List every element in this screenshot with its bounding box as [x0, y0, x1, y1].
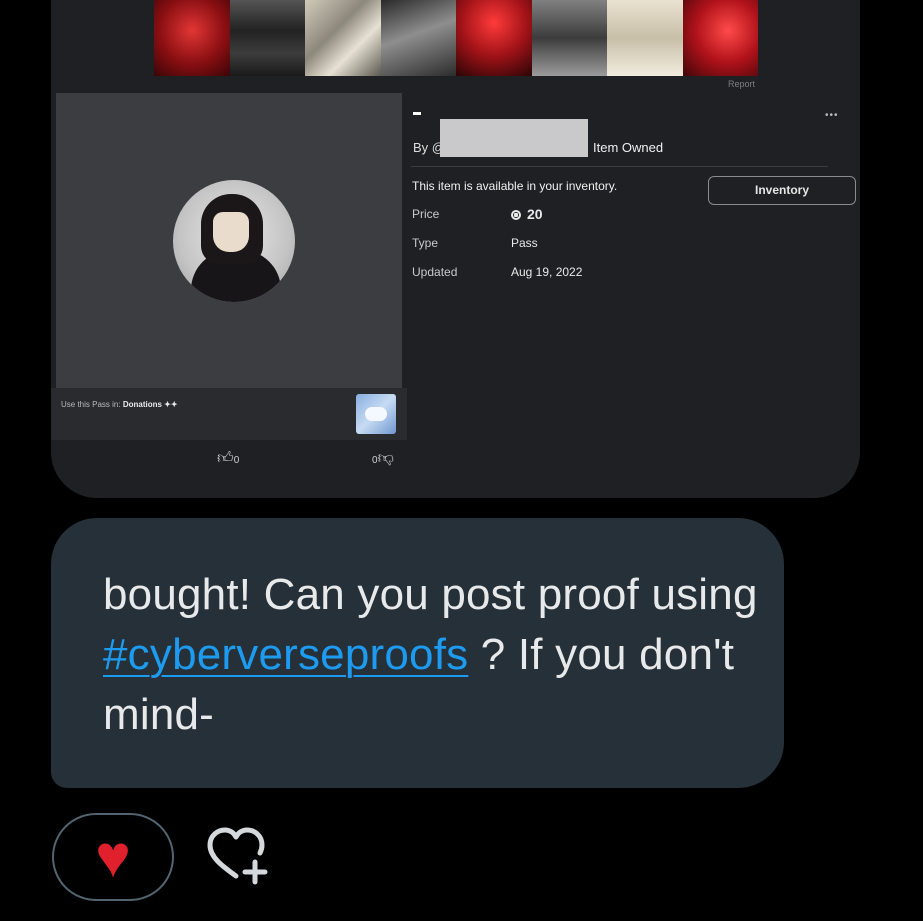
item-banner-image: [154, 0, 758, 76]
use-pass-label: Use this Pass in:: [61, 400, 121, 409]
updated-label: Updated: [412, 265, 458, 279]
avatar: [173, 180, 295, 302]
shared-image-bubble[interactable]: Report Use this Pass in: Donations ✦✦ 👍︎…: [51, 0, 860, 498]
item-thumbnail: [56, 93, 402, 388]
report-link[interactable]: Report: [728, 79, 755, 89]
thumbs-up-button[interactable]: 👍︎0: [217, 449, 239, 468]
ownership-status: Item Owned: [593, 140, 664, 155]
heart-reaction-button[interactable]: ♥: [52, 813, 174, 901]
price-label: Price: [412, 207, 440, 221]
item-title: [413, 112, 421, 115]
red-heart-icon: ♥: [95, 823, 131, 890]
thumbs-down-icon: 👎︎: [377, 450, 394, 467]
robux-icon: [511, 210, 521, 220]
more-options-icon[interactable]: •••: [825, 110, 839, 121]
redacted-username: [440, 119, 588, 157]
thumbs-up-icon: 👍︎: [217, 450, 234, 467]
availability-text: This item is available in your inventory…: [412, 179, 618, 193]
use-pass-bar: Use this Pass in: Donations ✦✦: [51, 388, 407, 440]
heart-plus-icon: [207, 827, 268, 885]
type-value: Pass: [511, 236, 538, 250]
game-icon[interactable]: [356, 394, 396, 434]
price-value: 20: [511, 206, 543, 222]
updated-value: Aug 19, 2022: [511, 265, 583, 279]
message-text: bought! Can you post proof using #cyberv…: [103, 570, 758, 739]
divider: [411, 166, 828, 167]
use-pass-game[interactable]: Donations ✦✦: [123, 400, 178, 409]
message-bubble[interactable]: bought! Can you post proof using #cyberv…: [51, 518, 784, 788]
inventory-button[interactable]: Inventory: [708, 176, 856, 205]
likes-count: 0: [233, 455, 240, 466]
hashtag-link[interactable]: #cyberverseproofs: [103, 630, 468, 679]
type-label: Type: [412, 236, 439, 250]
add-reaction-button[interactable]: [204, 826, 274, 886]
thumbs-down-button[interactable]: 0👎︎: [372, 449, 394, 468]
